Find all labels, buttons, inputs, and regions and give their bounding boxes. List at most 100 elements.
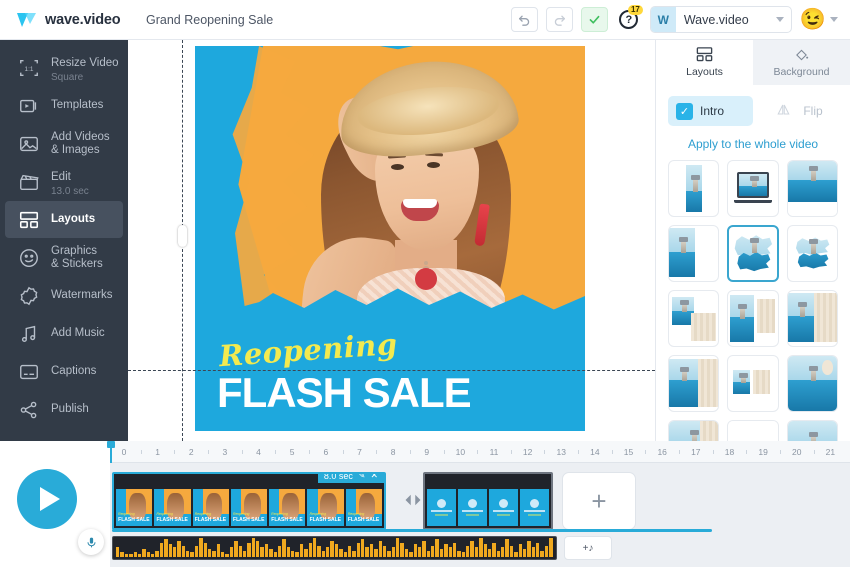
sidebar-item-graphics-stickers[interactable]: Graphics & Stickers: [5, 239, 123, 276]
ruler-subtick: [679, 450, 680, 454]
sidebar-item-resize-video[interactable]: 1:1 Resize Video Square: [5, 49, 123, 86]
timeline-clip-2[interactable]: [423, 472, 553, 530]
add-clip-button[interactable]: +: [562, 472, 636, 530]
layout-thumb-8[interactable]: [786, 290, 838, 347]
waveform-bar: [378, 541, 382, 557]
sidebar-item-publish[interactable]: Publish: [5, 391, 123, 428]
waveform-bar: [194, 545, 199, 557]
sidebar-item-watermarks[interactable]: Watermarks: [5, 277, 123, 314]
ruler-tick: 15: [623, 447, 634, 457]
ruler-tick: 16: [657, 447, 667, 457]
brand-selector[interactable]: W Wave.video: [649, 6, 792, 33]
apply-to-whole-video-link[interactable]: Apply to the whole video: [656, 126, 850, 160]
brand-name-label: Wave.video: [683, 12, 749, 27]
waveform-bar: [273, 552, 277, 557]
layout-thumb-10[interactable]: [727, 355, 779, 412]
waveform-bar: [514, 552, 518, 557]
waveform-bar: [321, 550, 325, 557]
clip-duration-badge[interactable]: 8.0 sec ✎ ✕: [317, 474, 384, 483]
confirm-button[interactable]: [580, 7, 608, 32]
ruler-tick: 17: [691, 447, 701, 457]
sidebar-item-add-videos-images[interactable]: Add Videos & Images: [5, 125, 123, 162]
ruler-subtick: [510, 450, 512, 454]
waveform-bar: [435, 539, 439, 557]
waveform-bar: [159, 542, 164, 557]
edit-icon[interactable]: ✎: [358, 474, 366, 481]
waveform-bar: [291, 550, 295, 557]
waveform-bar: [531, 547, 535, 557]
video-canvas[interactable]: Reopening FLASH SALE: [195, 46, 585, 431]
help-badge-count: 17: [627, 4, 643, 15]
timeline-ruler[interactable]: 0 1 2 3 4 5 6 7 8 9 10 11 12 13 14 15 16 17 18 19 20 21: [110, 441, 850, 463]
sidebar-item-edit[interactable]: Edit 13.0 sec: [5, 163, 123, 200]
canvas-headline-text[interactable]: FLASH SALE: [217, 369, 472, 417]
split-icon[interactable]: [404, 493, 422, 510]
sticker-icon: [17, 246, 41, 270]
undo-button[interactable]: [510, 7, 538, 32]
layout-thumb-4[interactable]: [727, 225, 779, 282]
waveform-bar: [164, 539, 168, 557]
waveform-bar: [457, 550, 461, 557]
playhead[interactable]: [107, 441, 115, 463]
sidebar-item-templates[interactable]: Templates: [5, 87, 123, 124]
layout-thumb-9[interactable]: [668, 355, 720, 412]
sidebar-item-captions[interactable]: Captions: [5, 353, 123, 390]
layout-thumb-6[interactable]: [668, 290, 720, 347]
waveform-bar: [487, 549, 492, 557]
waveform-bar: [238, 545, 242, 557]
layout-thumb-0[interactable]: [668, 160, 720, 217]
layout-thumb-12[interactable]: [668, 420, 720, 441]
ruler-subtick: [376, 450, 378, 454]
waveform-bar: [505, 539, 509, 557]
ruler-subtick: [779, 450, 781, 454]
waveform-bar: [509, 545, 514, 557]
layout-thumb-13[interactable]: [727, 420, 779, 441]
redo-button[interactable]: [545, 7, 573, 32]
timeline-scrollbar[interactable]: [112, 529, 712, 532]
sidebar-item-label: Graphics & Stickers: [51, 244, 103, 270]
waveform-bar: [479, 537, 483, 557]
microphone-button[interactable]: [78, 529, 104, 555]
resize-handle-left[interactable]: [178, 225, 187, 247]
tab-layouts[interactable]: Layouts: [656, 40, 753, 85]
audio-waveform[interactable]: [112, 536, 557, 560]
layout-thumb-2[interactable]: [786, 160, 838, 217]
ruler-tick: 3: [222, 447, 228, 457]
waveform-bar: [282, 539, 286, 557]
layout-thumb-3[interactable]: [668, 225, 720, 282]
ruler-tick: 6: [323, 447, 329, 457]
close-icon[interactable]: ✕: [370, 474, 378, 481]
layout-thumb-11[interactable]: [786, 355, 838, 412]
panel-tabs: Layouts Background: [656, 40, 850, 85]
layout-thumb-14[interactable]: [786, 420, 838, 441]
ruler-subtick: [174, 450, 176, 454]
waveform-bar: [312, 537, 317, 557]
tab-background[interactable]: Background: [753, 40, 850, 85]
waveform-bar: [151, 553, 155, 557]
timeline-clip-1[interactable]: 8.0 sec ✎ ✕ Reopening FLASH SALE Reopening…: [112, 472, 386, 530]
layout-thumb-5[interactable]: [786, 225, 838, 282]
app-logo[interactable]: wave.video: [0, 10, 130, 30]
waveform-bar: [142, 549, 146, 557]
ruler-subtick: [140, 450, 142, 454]
user-menu[interactable]: 😉: [800, 9, 838, 30]
ruler-subtick: [645, 450, 647, 454]
flip-button[interactable]: Flip: [761, 96, 838, 126]
sidebar-item-layouts[interactable]: Layouts: [5, 201, 123, 238]
ruler-tick: 14: [590, 447, 600, 457]
layout-thumb-7[interactable]: [727, 290, 779, 347]
project-title[interactable]: Grand Reopening Sale: [146, 13, 273, 27]
waveform-bar: [439, 549, 444, 557]
waveform-bar: [172, 547, 177, 557]
add-music-button[interactable]: +♪: [564, 536, 612, 560]
intro-toggle[interactable]: ✓ Intro: [668, 96, 753, 126]
play-button[interactable]: [17, 469, 77, 529]
badge-icon: [17, 284, 41, 308]
layout-thumb-1[interactable]: [727, 160, 779, 217]
help-button[interactable]: ? 17: [616, 4, 643, 33]
resize-icon: 1:1: [17, 56, 41, 80]
sidebar-item-add-music[interactable]: Add Music: [5, 315, 123, 352]
waveform-bar: [221, 552, 225, 557]
ruler-subtick: [309, 450, 310, 454]
waveform-bar: [382, 545, 387, 557]
